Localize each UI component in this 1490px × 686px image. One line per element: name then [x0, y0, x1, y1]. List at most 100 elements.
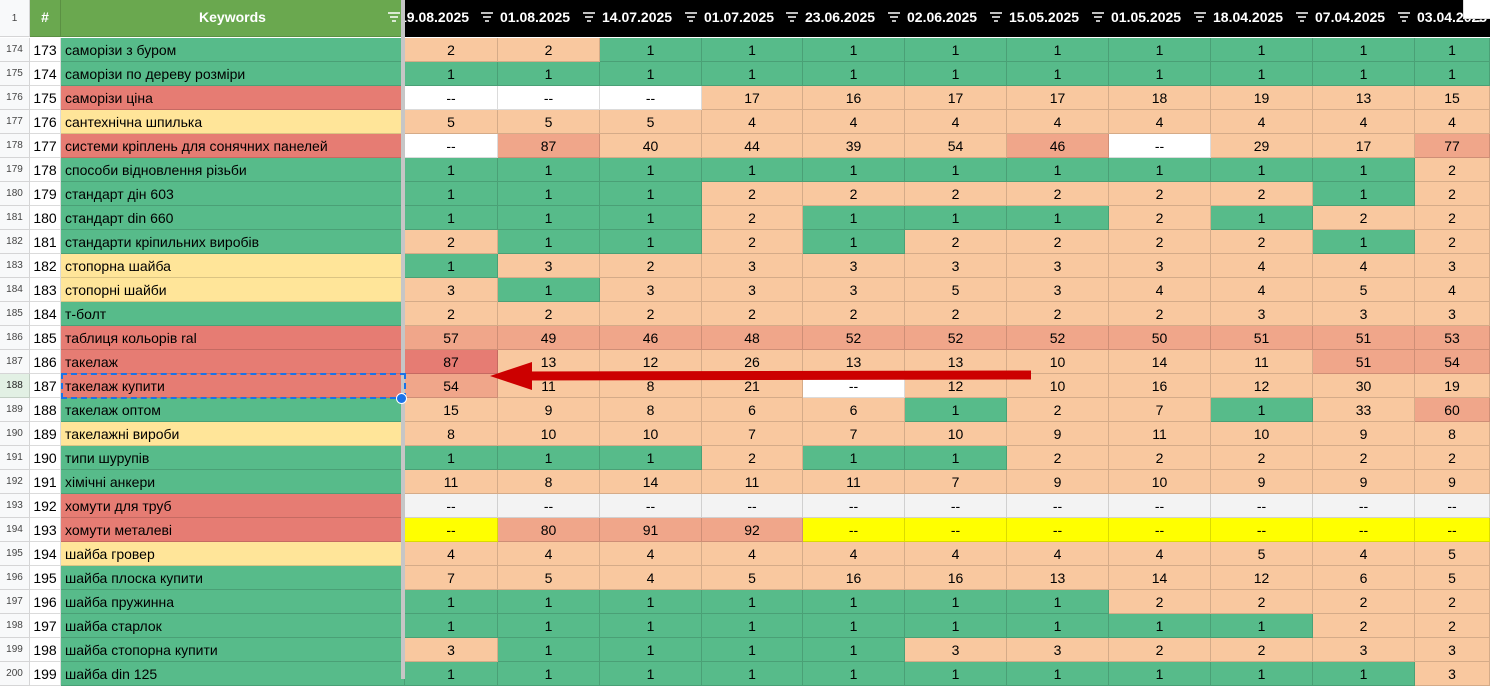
position-cell[interactable]: 9 [1211, 470, 1313, 494]
keyword-cell[interactable]: такелажні вироби [61, 422, 405, 446]
position-cell[interactable]: 2 [1211, 182, 1313, 206]
column-header-date[interactable]: 01.08.2025 [498, 0, 600, 37]
position-cell[interactable]: 3 [600, 278, 702, 302]
position-cell[interactable]: 1 [600, 158, 702, 182]
position-cell[interactable]: 17 [1007, 86, 1109, 110]
position-cell[interactable]: 1 [1415, 38, 1490, 62]
position-cell[interactable]: 2 [905, 182, 1007, 206]
position-cell[interactable]: -- [1211, 494, 1313, 518]
position-cell[interactable]: -- [1109, 494, 1211, 518]
position-cell[interactable]: 1 [1211, 158, 1313, 182]
position-cell[interactable]: 1 [1211, 662, 1313, 686]
position-cell[interactable]: 3 [1415, 638, 1490, 662]
position-cell[interactable]: 80 [498, 518, 600, 542]
position-cell[interactable]: 49 [498, 326, 600, 350]
keyword-cell[interactable]: хомути металеві [61, 518, 405, 542]
position-cell[interactable]: 1 [600, 62, 702, 86]
position-cell[interactable]: 1 [803, 590, 905, 614]
row-number[interactable]: 190 [30, 446, 61, 470]
position-cell[interactable]: 2 [1415, 182, 1490, 206]
filter-icon[interactable] [481, 12, 493, 22]
position-cell[interactable]: -- [1313, 518, 1415, 542]
position-cell[interactable]: 3 [405, 638, 498, 662]
position-cell[interactable]: 1 [405, 182, 498, 206]
position-cell[interactable]: -- [405, 134, 498, 158]
position-cell[interactable]: 2 [1211, 230, 1313, 254]
position-cell[interactable]: 4 [1313, 110, 1415, 134]
position-cell[interactable]: -- [405, 518, 498, 542]
row-number[interactable]: 183 [30, 278, 61, 302]
position-cell[interactable]: 57 [405, 326, 498, 350]
column-header-date[interactable]: 02.06.2025 [905, 0, 1007, 37]
position-cell[interactable]: 2 [1415, 590, 1490, 614]
row-header[interactable]: 189 [0, 398, 30, 422]
filter-icon[interactable] [990, 12, 1002, 22]
row-header[interactable]: 182 [0, 230, 30, 254]
keyword-cell[interactable]: способи відновлення різьби [61, 158, 405, 182]
position-cell[interactable]: 17 [702, 86, 803, 110]
row-header[interactable]: 197 [0, 590, 30, 614]
keyword-cell[interactable]: стопорна шайба [61, 254, 405, 278]
position-cell[interactable]: 1 [1007, 662, 1109, 686]
position-cell[interactable]: 1 [1007, 614, 1109, 638]
column-header-keywords[interactable]: Keywords [61, 0, 405, 37]
keyword-cell[interactable]: таблиця кольорів ral [61, 326, 405, 350]
position-cell[interactable]: 13 [803, 350, 905, 374]
keyword-cell[interactable]: шайба плоска купити [61, 566, 405, 590]
position-cell[interactable]: 11 [405, 470, 498, 494]
keyword-cell[interactable]: типи шурупів [61, 446, 405, 470]
position-cell[interactable]: 5 [1415, 566, 1490, 590]
position-cell[interactable]: 1 [405, 446, 498, 470]
position-cell[interactable]: 2 [1313, 614, 1415, 638]
position-cell[interactable]: 9 [1007, 422, 1109, 446]
position-cell[interactable]: 3 [1415, 302, 1490, 326]
position-cell[interactable]: 2 [702, 182, 803, 206]
position-cell[interactable]: 5 [498, 566, 600, 590]
position-cell[interactable]: 12 [1211, 374, 1313, 398]
position-cell[interactable]: 8 [600, 398, 702, 422]
position-cell[interactable]: -- [600, 494, 702, 518]
position-cell[interactable]: 1 [702, 614, 803, 638]
position-cell[interactable]: 46 [600, 326, 702, 350]
row-header[interactable]: 199 [0, 638, 30, 662]
position-cell[interactable]: 19 [1415, 374, 1490, 398]
position-cell[interactable]: 1 [1211, 398, 1313, 422]
position-cell[interactable]: 54 [405, 374, 498, 398]
position-cell[interactable]: 1 [803, 62, 905, 86]
position-cell[interactable]: 1 [600, 662, 702, 686]
keyword-cell[interactable]: шайба din 125 [61, 662, 405, 686]
position-cell[interactable]: -- [1415, 518, 1490, 542]
row-number[interactable]: 173 [30, 38, 61, 62]
position-cell[interactable]: 4 [1109, 110, 1211, 134]
position-cell[interactable]: 5 [1313, 278, 1415, 302]
position-cell[interactable]: 2 [1007, 230, 1109, 254]
position-cell[interactable]: 3 [905, 638, 1007, 662]
row-number[interactable]: 186 [30, 350, 61, 374]
keyword-cell[interactable]: т-болт [61, 302, 405, 326]
position-cell[interactable]: 3 [1211, 302, 1313, 326]
position-cell[interactable]: 13 [1007, 566, 1109, 590]
position-cell[interactable]: 1 [803, 662, 905, 686]
position-cell[interactable]: 3 [1007, 278, 1109, 302]
position-cell[interactable]: 4 [702, 110, 803, 134]
position-cell[interactable]: -- [498, 86, 600, 110]
position-cell[interactable]: 4 [1007, 110, 1109, 134]
position-cell[interactable]: 2 [1211, 590, 1313, 614]
position-cell[interactable]: 1 [405, 662, 498, 686]
column-header-date[interactable]: 15.05.2025 [1007, 0, 1109, 37]
position-cell[interactable]: 7 [405, 566, 498, 590]
position-cell[interactable]: 4 [1211, 110, 1313, 134]
keyword-cell[interactable]: хімічні анкери [61, 470, 405, 494]
position-cell[interactable]: 10 [1007, 374, 1109, 398]
position-cell[interactable]: 11 [803, 470, 905, 494]
row-header-1[interactable]: 1 [0, 0, 30, 37]
position-cell[interactable]: 9 [498, 398, 600, 422]
position-cell[interactable]: 10 [1109, 470, 1211, 494]
position-cell[interactable]: 16 [1109, 374, 1211, 398]
position-cell[interactable]: 1 [702, 158, 803, 182]
position-cell[interactable]: 4 [1109, 278, 1211, 302]
row-header[interactable]: 186 [0, 326, 30, 350]
position-cell[interactable]: 10 [498, 422, 600, 446]
position-cell[interactable]: 1 [905, 62, 1007, 86]
row-header[interactable]: 188 [0, 374, 30, 398]
